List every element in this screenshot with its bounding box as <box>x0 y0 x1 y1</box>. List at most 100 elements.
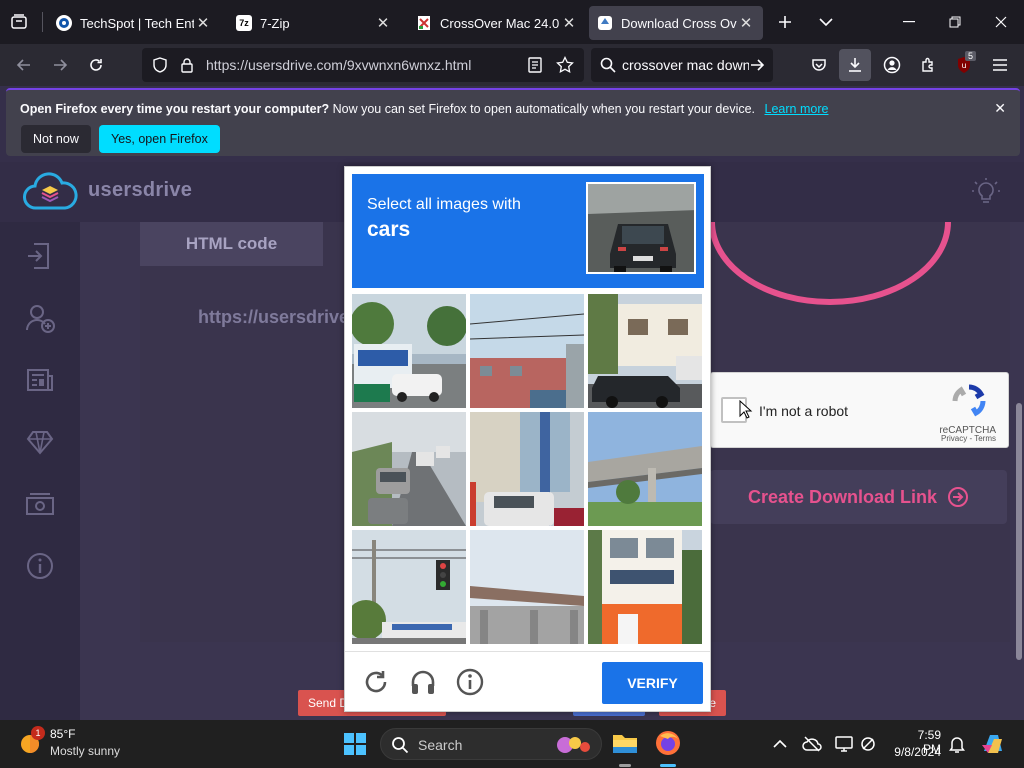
diamond-icon[interactable] <box>24 426 56 458</box>
tab-usersdrive[interactable]: Download Cross Over | ✕ <box>589 6 763 40</box>
add-user-icon[interactable] <box>24 302 56 334</box>
address-bar[interactable]: https://usersdrive.com/9xvwnxn6wnxz.html <box>142 48 584 82</box>
back-button[interactable] <box>8 49 40 81</box>
bookmark-star-icon[interactable] <box>556 56 574 74</box>
close-icon[interactable]: ✕ <box>560 14 578 32</box>
verify-button[interactable]: VERIFY <box>602 662 703 704</box>
file-explorer-icon[interactable] <box>612 731 638 755</box>
chevron-up-icon[interactable] <box>770 734 790 754</box>
captcha-tile-4[interactable] <box>352 412 466 526</box>
search-bar[interactable]: crossover mac downl <box>591 48 773 82</box>
captcha-tile-1[interactable] <box>352 294 466 408</box>
lightbulb-icon[interactable] <box>970 176 1002 208</box>
info-icon[interactable] <box>456 668 484 696</box>
crossover-icon <box>416 15 432 31</box>
news-icon[interactable] <box>24 364 56 396</box>
search-icon <box>600 57 616 73</box>
restore-button[interactable] <box>932 0 978 44</box>
network-disconnected-icon[interactable] <box>858 734 878 754</box>
reader-view-icon[interactable] <box>528 57 542 73</box>
close-window-button[interactable] <box>978 0 1024 44</box>
navigation-toolbar: https://usersdrive.com/9xvwnxn6wnxz.html… <box>0 44 1024 86</box>
forward-button[interactable] <box>44 49 76 81</box>
extensions-button[interactable] <box>912 49 944 81</box>
reload-icon[interactable] <box>362 668 390 696</box>
taskbar-search-placeholder: Search <box>418 737 463 753</box>
recaptcha-logo-icon <box>952 384 986 417</box>
tab-strip: TechSpot | Tech Enthusiast ✕ 7z 7-Zip ✕ … <box>0 0 1024 44</box>
hamburger-menu-icon <box>993 59 1007 71</box>
reload-button[interactable] <box>80 49 112 81</box>
reload-icon <box>90 59 102 71</box>
pocket-button[interactable] <box>803 49 835 81</box>
close-icon[interactable]: ✕ <box>194 14 212 32</box>
search-highlight-icon <box>557 737 590 753</box>
tab-crossover[interactable]: CrossOver Mac 24.0.4 ( ✕ <box>408 6 586 40</box>
tab-7zip[interactable]: 7z 7-Zip ✕ <box>228 6 400 40</box>
captcha-tile-6[interactable] <box>588 412 702 526</box>
close-icon[interactable]: ✕ <box>737 14 755 32</box>
weather-widget[interactable]: 1 85°F Mostly sunny <box>0 720 140 768</box>
headphones-icon[interactable] <box>409 668 437 696</box>
7zip-icon: 7z <box>236 15 252 31</box>
page-scrollbar[interactable] <box>1016 403 1022 660</box>
arrow-circle-right-icon <box>948 487 969 507</box>
learn-more-link[interactable]: Learn more <box>765 102 829 116</box>
captcha-tile-8[interactable] <box>470 530 584 644</box>
file-explorer-indicator <box>619 764 631 767</box>
list-all-tabs-button[interactable] <box>804 0 848 44</box>
site-logo-text[interactable]: usersdrive <box>88 179 192 202</box>
tab-html-code[interactable]: HTML code <box>140 222 323 266</box>
tab-list-icon <box>11 14 27 29</box>
progress-ring <box>709 222 951 305</box>
url-text: https://usersdrive.com/9xvwnxn6wnxz.html <box>206 57 472 73</box>
ublock-button[interactable]: u 5 <box>948 49 980 81</box>
extension-badge: 5 <box>965 51 977 61</box>
recaptcha-label: I'm not a robot <box>759 403 849 419</box>
display-icon[interactable] <box>834 734 854 754</box>
recaptcha-links[interactable]: Privacy - Terms <box>941 434 996 443</box>
notification-bell-icon[interactable] <box>947 734 967 754</box>
money-icon[interactable] <box>24 488 56 520</box>
captcha-footer: VERIFY <box>345 651 710 711</box>
clock-date[interactable]: 9/8/2024 <box>884 745 941 759</box>
upload-file-icon[interactable] <box>24 240 56 272</box>
downloads-button[interactable] <box>839 49 871 81</box>
captcha-tile-7[interactable] <box>352 530 466 644</box>
go-arrow-icon[interactable] <box>749 57 765 73</box>
captcha-tile-2[interactable] <box>470 294 584 408</box>
captcha-tile-9[interactable] <box>588 530 702 644</box>
copilot-icon[interactable] <box>980 731 1006 757</box>
menu-button[interactable] <box>984 49 1016 81</box>
info-icon[interactable] <box>24 550 56 582</box>
close-icon[interactable]: ✕ <box>994 100 1006 117</box>
firefox-active-indicator <box>660 764 676 767</box>
notification-question: Open Firefox every time you restart your… <box>20 102 330 116</box>
usersdrive-logo-icon <box>23 172 78 210</box>
firefox-icon[interactable] <box>655 730 681 756</box>
taskbar-search[interactable]: Search <box>380 728 602 760</box>
tab-overview-button[interactable] <box>3 6 35 38</box>
not-now-button[interactable]: Not now <box>21 125 91 153</box>
plus-icon <box>779 16 791 28</box>
mouse-cursor-icon <box>739 400 753 419</box>
yes-open-firefox-button[interactable]: Yes, open Firefox <box>99 125 220 153</box>
captcha-tile-3[interactable] <box>588 294 702 408</box>
close-icon[interactable]: ✕ <box>374 14 392 32</box>
weather-alert-badge: 1 <box>31 726 45 740</box>
cloud-sync-icon[interactable] <box>802 734 822 754</box>
shield-icon <box>153 57 167 73</box>
account-button[interactable] <box>876 49 908 81</box>
new-tab-button[interactable] <box>763 0 807 44</box>
weather-temperature: 85°F <box>50 727 76 741</box>
create-download-link-button[interactable]: Create Download Link <box>710 470 1007 524</box>
minimize-button[interactable] <box>886 0 932 44</box>
chevron-down-icon <box>819 18 833 27</box>
windows-start-icon[interactable] <box>343 732 367 756</box>
captcha-tile-5[interactable] <box>470 412 584 526</box>
weather-description: Mostly sunny <box>50 744 121 758</box>
tab-techspot[interactable]: TechSpot | Tech Enthusiast ✕ <box>48 6 220 40</box>
tab-title: CrossOver Mac 24.0.4 ( <box>440 15 560 31</box>
url-preview: https://usersdrive <box>198 307 350 327</box>
lock-icon <box>181 58 193 73</box>
